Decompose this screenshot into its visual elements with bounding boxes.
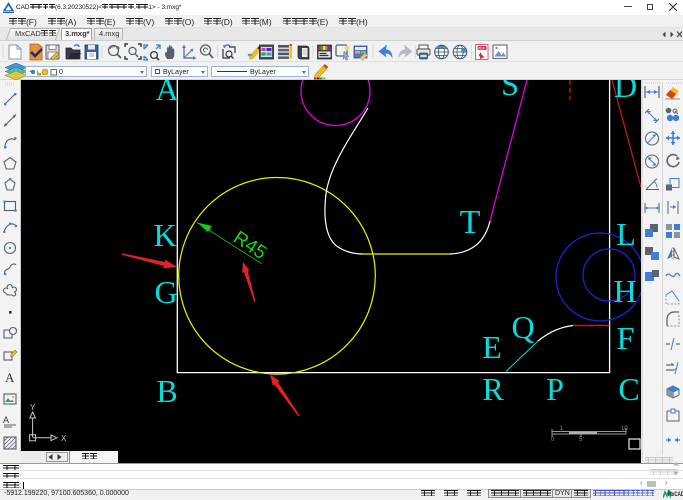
svg-text:P: P: [546, 371, 564, 407]
svg-text:Y: Y: [30, 403, 36, 412]
svg-text:B: B: [156, 373, 177, 409]
svg-text:A: A: [3, 415, 9, 425]
svg-text:S: S: [501, 80, 519, 102]
svg-text:E: E: [482, 329, 502, 365]
svg-text:G: G: [154, 274, 177, 310]
svg-text:D: D: [614, 80, 637, 104]
svg-text:Q: Q: [511, 309, 534, 345]
svg-text:0: 0: [551, 437, 555, 443]
svg-text:F: F: [617, 320, 635, 356]
svg-text:R45: R45: [229, 227, 270, 264]
svg-text:C: C: [618, 371, 639, 407]
svg-text:L: L: [616, 216, 636, 252]
svg-text:A: A: [5, 370, 15, 385]
svg-text:K: K: [153, 217, 176, 253]
svg-text:5: 5: [579, 437, 583, 443]
svg-text:X: X: [61, 434, 67, 443]
svg-text:T: T: [460, 204, 481, 241]
svg-text:H: H: [613, 273, 636, 309]
svg-text:10: 10: [621, 426, 628, 432]
svg-text:PDF: PDF: [478, 46, 485, 50]
svg-text:A: A: [155, 80, 178, 107]
svg-text:R: R: [482, 371, 504, 407]
